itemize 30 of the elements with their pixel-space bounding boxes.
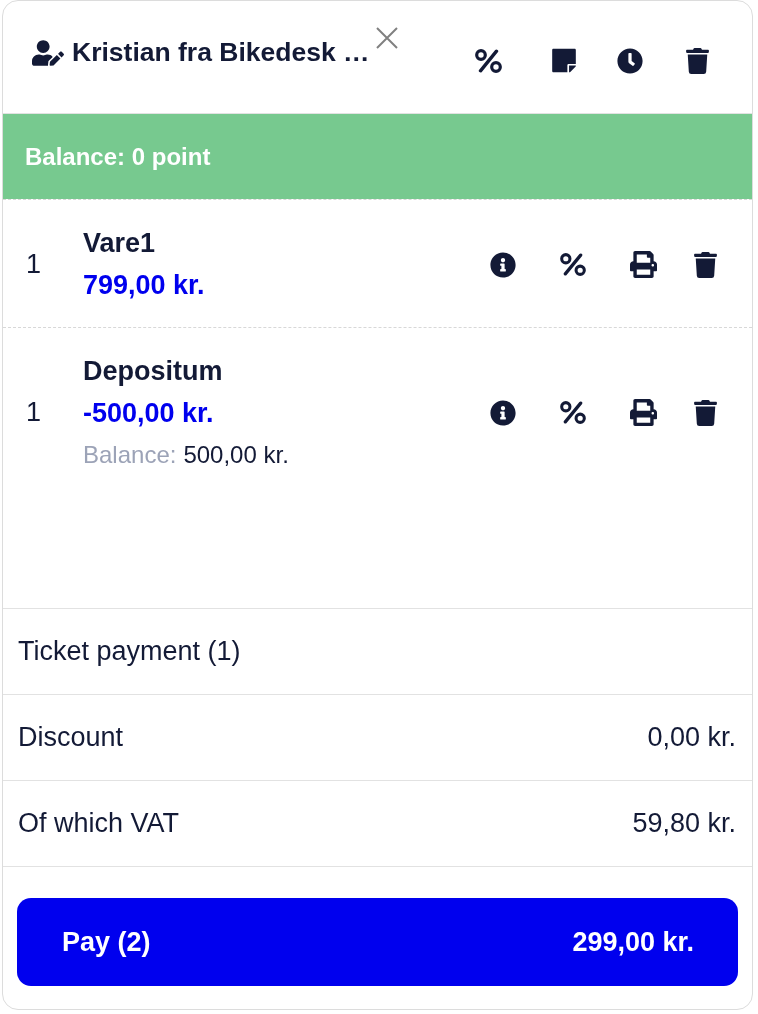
- line-quantity: 1: [26, 249, 43, 280]
- percent-icon[interactable]: [475, 48, 502, 73]
- item-price: 799,00 kr.: [83, 270, 205, 301]
- percent-icon[interactable]: [560, 253, 586, 276]
- trash-icon[interactable]: [694, 399, 717, 426]
- line-quantity: 1: [26, 397, 43, 428]
- printer-icon[interactable]: [630, 251, 657, 278]
- summary-label: Of which VAT: [18, 808, 180, 839]
- clock-icon[interactable]: [617, 47, 643, 74]
- summary-value: 59,80 kr.: [632, 808, 736, 839]
- summary-value: 0,00 kr.: [647, 722, 736, 753]
- close-icon[interactable]: [376, 27, 398, 49]
- item-price: -500,00 kr.: [83, 398, 215, 429]
- printer-icon[interactable]: [630, 399, 657, 426]
- summary-label: Ticket payment (1): [18, 636, 241, 667]
- summary-label: Discount: [18, 722, 124, 753]
- info-icon[interactable]: [490, 399, 516, 426]
- pay-button[interactable]: Pay (2) 299,00 kr.: [17, 898, 738, 986]
- info-icon[interactable]: [490, 251, 516, 278]
- balance-value: 500,00 kr.: [183, 441, 289, 469]
- customer-name[interactable]: Kristian fra Bikedesk …: [72, 37, 370, 68]
- item-name: Depositum: [83, 356, 224, 387]
- user-pencil-icon: [32, 39, 64, 66]
- item-name: Vare1: [83, 228, 157, 259]
- trash-icon[interactable]: [686, 47, 709, 74]
- percent-icon[interactable]: [560, 401, 586, 424]
- balance-text: Balance: 0 point: [25, 142, 211, 171]
- trash-icon[interactable]: [694, 251, 717, 278]
- note-icon[interactable]: [552, 47, 576, 74]
- balance-label: Balance:: [83, 441, 177, 469]
